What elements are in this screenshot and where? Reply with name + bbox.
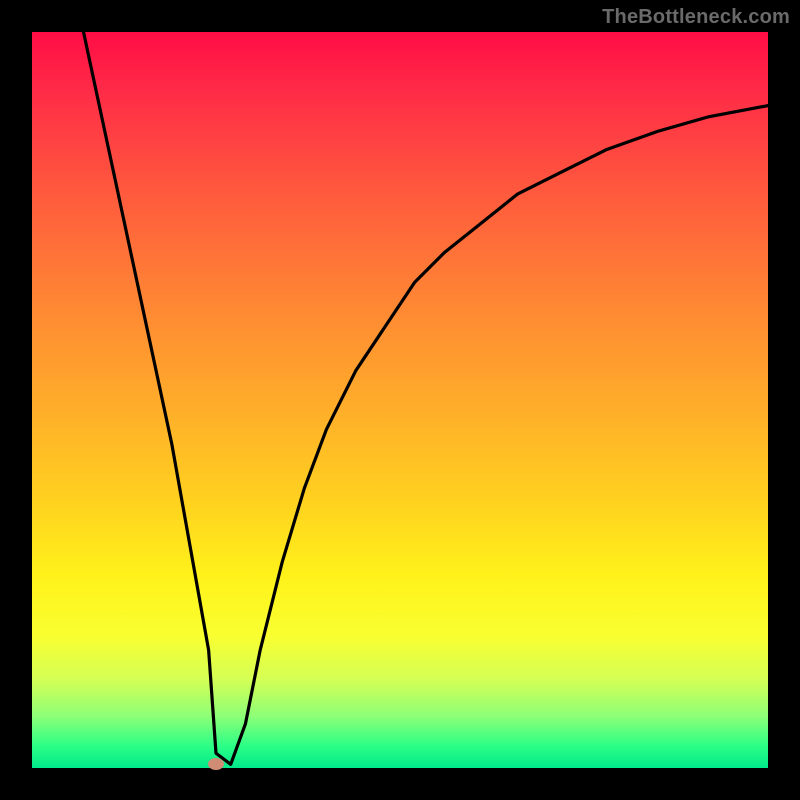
bottleneck-curve xyxy=(32,32,768,768)
attribution-text: TheBottleneck.com xyxy=(602,6,790,29)
plot-area xyxy=(32,32,768,768)
optimum-marker xyxy=(208,758,224,770)
chart-frame: TheBottleneck.com xyxy=(0,0,800,800)
